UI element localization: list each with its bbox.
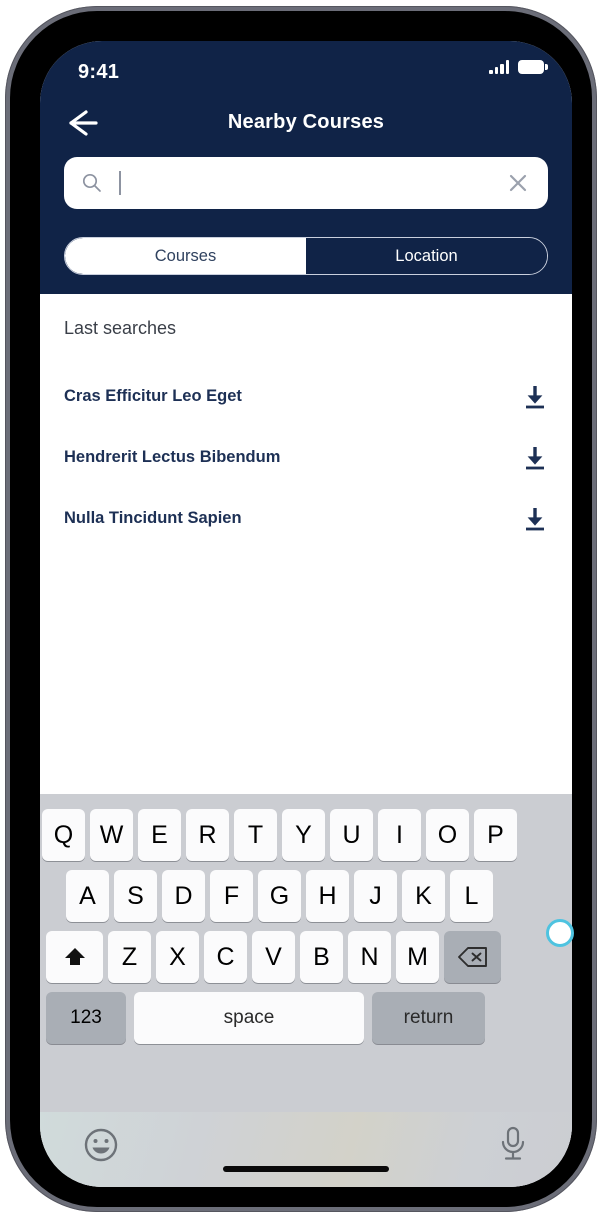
status-bar-icons bbox=[489, 60, 548, 74]
key-e[interactable]: E bbox=[138, 809, 181, 861]
key-b[interactable]: B bbox=[300, 931, 343, 983]
key-shift[interactable] bbox=[46, 931, 103, 983]
key-return[interactable]: return bbox=[372, 992, 485, 1044]
list-item-label: Cras Efficitur Leo Eget bbox=[64, 387, 242, 405]
segmented-control[interactable]: Courses Location bbox=[64, 237, 548, 275]
status-bar: 9:41 bbox=[40, 41, 572, 93]
tab-location[interactable]: Location bbox=[306, 238, 547, 274]
app-header: 9:41 Nearby Courses Courses Location bbox=[40, 41, 572, 294]
nav-bar: Nearby Courses bbox=[40, 93, 572, 153]
microphone-icon bbox=[501, 1126, 525, 1160]
backspace-delete-icon bbox=[457, 947, 487, 967]
list-item-label: Nulla Tincidunt Sapien bbox=[64, 509, 242, 527]
emoji-smiley-icon bbox=[84, 1128, 118, 1162]
key-space[interactable]: space bbox=[134, 992, 364, 1044]
key-v[interactable]: V bbox=[252, 931, 295, 983]
key-t[interactable]: T bbox=[234, 809, 277, 861]
key-a[interactable]: A bbox=[66, 870, 109, 922]
shift-up-arrow-icon bbox=[64, 948, 85, 965]
emoji-button[interactable] bbox=[82, 1126, 120, 1169]
close-x-icon[interactable] bbox=[506, 171, 530, 195]
key-r[interactable]: R bbox=[186, 809, 229, 861]
list-item[interactable]: Nulla Tincidunt Sapien bbox=[40, 488, 572, 549]
signal-bars-icon bbox=[489, 60, 509, 74]
key-l[interactable]: L bbox=[450, 870, 493, 922]
search-input[interactable] bbox=[123, 168, 506, 198]
key-n[interactable]: N bbox=[348, 931, 391, 983]
key-i[interactable]: I bbox=[378, 809, 421, 861]
content-area: Last searches Cras Efficitur Leo Eget He… bbox=[40, 294, 572, 794]
key-f[interactable]: F bbox=[210, 870, 253, 922]
key-c[interactable]: C bbox=[204, 931, 247, 983]
microphone-button[interactable] bbox=[496, 1124, 530, 1169]
virtual-keyboard[interactable]: Q W E R T Y U I O P A S D F G H J K L Z … bbox=[40, 794, 572, 1187]
home-indicator bbox=[223, 1166, 389, 1172]
download-icon[interactable] bbox=[522, 384, 548, 410]
keyboard-row-4: 123 space return bbox=[46, 992, 485, 1044]
search-icon bbox=[82, 173, 101, 192]
text-caret bbox=[119, 171, 121, 195]
keyboard-accessory-bar bbox=[40, 1112, 572, 1187]
keyboard-row-3: Z X C V B N M bbox=[46, 931, 501, 983]
tab-courses[interactable]: Courses bbox=[65, 238, 306, 274]
keyboard-row-1: Q W E R T Y U I O P bbox=[42, 809, 517, 861]
key-p[interactable]: P bbox=[474, 809, 517, 861]
key-u[interactable]: U bbox=[330, 809, 373, 861]
status-time: 9:41 bbox=[78, 61, 120, 83]
key-s[interactable]: S bbox=[114, 870, 157, 922]
key-d[interactable]: D bbox=[162, 870, 205, 922]
key-y[interactable]: Y bbox=[282, 809, 325, 861]
list-item[interactable]: Cras Efficitur Leo Eget bbox=[40, 366, 572, 427]
key-backspace[interactable] bbox=[444, 931, 501, 983]
key-numeric[interactable]: 123 bbox=[46, 992, 126, 1044]
key-z[interactable]: Z bbox=[108, 931, 151, 983]
key-o[interactable]: O bbox=[426, 809, 469, 861]
device-bezel: 9:41 Nearby Courses Courses Location Las… bbox=[10, 11, 592, 1207]
key-x[interactable]: X bbox=[156, 931, 199, 983]
mouse-cursor-indicator bbox=[546, 919, 574, 947]
key-h[interactable]: H bbox=[306, 870, 349, 922]
last-searches-list: Cras Efficitur Leo Eget Hendrerit Lectus… bbox=[40, 366, 572, 549]
key-g[interactable]: G bbox=[258, 870, 301, 922]
device-screen: 9:41 Nearby Courses Courses Location Las… bbox=[40, 41, 572, 1187]
list-item[interactable]: Hendrerit Lectus Bibendum bbox=[40, 427, 572, 488]
battery-full-icon bbox=[518, 60, 548, 74]
device-frame: 9:41 Nearby Courses Courses Location Las… bbox=[5, 6, 597, 1212]
page-title: Nearby Courses bbox=[227, 111, 385, 133]
key-q[interactable]: Q bbox=[42, 809, 85, 861]
search-field[interactable] bbox=[64, 157, 548, 209]
keyboard-row-2: A S D F G H J K L bbox=[66, 870, 493, 922]
list-item-label: Hendrerit Lectus Bibendum bbox=[64, 448, 281, 466]
download-icon[interactable] bbox=[522, 445, 548, 471]
key-w[interactable]: W bbox=[90, 809, 133, 861]
download-icon[interactable] bbox=[522, 506, 548, 532]
section-label: Last searches bbox=[64, 318, 177, 338]
key-m[interactable]: M bbox=[396, 931, 439, 983]
key-j[interactable]: J bbox=[354, 870, 397, 922]
key-k[interactable]: K bbox=[402, 870, 445, 922]
